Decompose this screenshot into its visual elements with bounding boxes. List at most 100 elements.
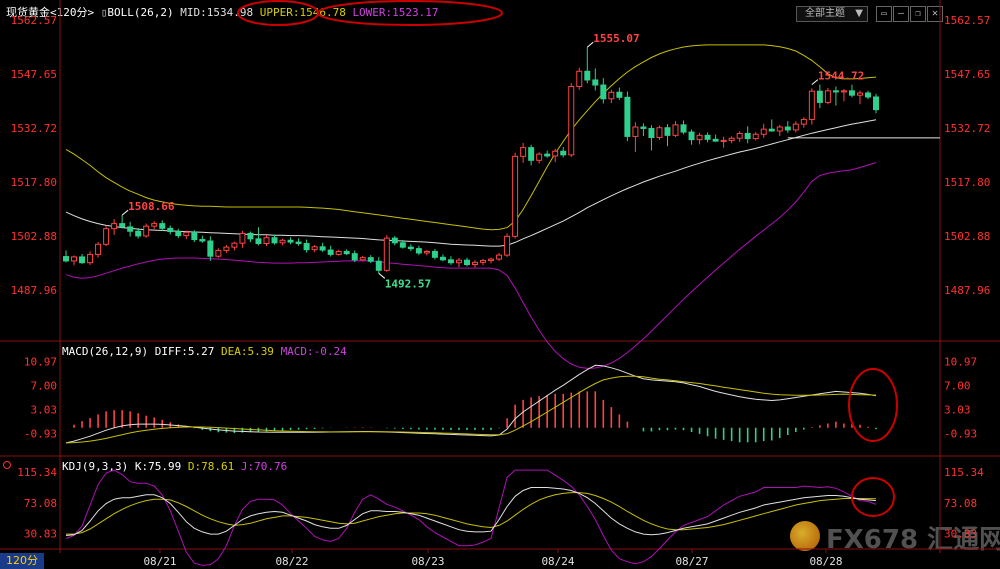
candle-body	[520, 147, 527, 157]
candle-body	[63, 256, 69, 262]
macd-panel: 10.97 10.97 7.00 7.00 3.03 3.03 -0.93 -0.93	[24, 355, 977, 444]
candle-body	[327, 249, 334, 255]
candle-body	[191, 231, 198, 241]
chart-canvas: 1562.57 1562.571547.65 1547.651532.72 1532.…	[0, 0, 1000, 568]
candle-body	[864, 92, 871, 98]
macd-tick-right: 10.97	[944, 355, 977, 368]
candle-body	[832, 90, 839, 93]
price-tick-left: 1532.72	[11, 122, 57, 135]
bollinger-lower: LOWER:1523.17	[352, 6, 439, 19]
restore-icon[interactable]: ❐	[910, 6, 926, 22]
candle-body	[696, 134, 703, 141]
candle-body	[135, 230, 142, 237]
candle-body	[447, 259, 454, 264]
candle-body	[223, 246, 230, 251]
candle-body	[159, 223, 166, 229]
candle-body	[199, 239, 206, 242]
mid-band-line	[65, 119, 877, 247]
candle-body	[752, 133, 759, 140]
theme-selector[interactable]: 全部主题 ▼	[796, 6, 868, 22]
macd-diff-line	[65, 364, 877, 444]
macd-tick-left: 7.00	[31, 379, 58, 392]
candle-body	[391, 237, 398, 244]
price-tick-left: 1487.96	[11, 284, 57, 297]
date-label: 08/22	[275, 555, 308, 568]
date-label: 08/23	[411, 555, 444, 568]
candle-body	[824, 90, 831, 103]
candle-body	[616, 91, 623, 98]
date-label: 08/24	[541, 555, 574, 568]
candle-body	[255, 238, 262, 245]
candle-body	[271, 237, 278, 244]
candle-body	[728, 137, 735, 141]
candle-body	[808, 90, 815, 120]
candle-body	[784, 126, 791, 131]
candle-body	[664, 127, 671, 136]
candle-body	[544, 153, 551, 157]
bollinger-name: BOLL(26,2)	[107, 6, 174, 19]
candle-body	[335, 250, 342, 255]
candle-body	[776, 126, 783, 132]
candle-body	[399, 242, 406, 248]
candle-body	[183, 231, 190, 237]
candle-body	[439, 256, 446, 261]
kdj-k: K:75.99	[134, 460, 182, 473]
macd-name: MACD(26,12,9)	[62, 345, 149, 358]
price-tick-right: 1532.72	[944, 122, 990, 135]
candle-body	[568, 85, 575, 156]
candle-body	[239, 232, 246, 244]
kdj-tick-right: 73.08	[944, 497, 977, 510]
candle-body	[680, 124, 687, 133]
candle-body	[488, 258, 495, 262]
candle-body	[207, 240, 214, 257]
candle-body	[792, 123, 799, 131]
candle-body	[608, 91, 615, 100]
theme-selector-label: 全部主题	[805, 8, 845, 19]
candle-body	[367, 257, 374, 262]
watermark-logo: FX678 汇通网	[790, 517, 1000, 555]
candle-body	[343, 250, 350, 255]
candle-body	[287, 239, 294, 243]
candle-body	[407, 246, 414, 250]
kdj-tick-left: 30.83	[24, 527, 57, 540]
candle-body	[311, 246, 318, 251]
candle-body	[688, 131, 695, 141]
candle-body	[624, 96, 631, 137]
candle-body	[263, 237, 270, 245]
kdj-tick-left: 73.08	[24, 497, 57, 510]
chevron-down-icon: ▼	[855, 8, 863, 19]
candle-body	[656, 127, 663, 139]
minus-icon[interactable]: –	[893, 6, 909, 22]
candle-body	[351, 253, 358, 261]
candle-body	[528, 147, 535, 161]
candle-body	[840, 90, 847, 93]
date-label: 08/27	[675, 555, 708, 568]
price-annotation: 1492.57	[385, 277, 431, 290]
kdj-d-line	[66, 492, 877, 535]
period-tab[interactable]: 120分	[0, 553, 44, 569]
candle-body	[103, 228, 110, 245]
lower-band-line	[65, 162, 877, 369]
candle-body	[536, 153, 543, 161]
highlight-circle-kdj	[851, 477, 895, 517]
date-label: 08/21	[143, 555, 176, 568]
instrument-name: 现货黄金	[6, 6, 50, 19]
candle-body	[600, 84, 607, 100]
candle-body	[744, 133, 751, 140]
candle-body	[704, 134, 711, 140]
scale-icon[interactable]: ▭	[876, 6, 892, 22]
price-tick-right: 1502.88	[944, 230, 990, 243]
price-tick-left: 1547.65	[11, 68, 57, 81]
candle-body	[736, 133, 743, 139]
annotation-leader	[811, 79, 819, 85]
bollinger-upper: UPPER:1546.78	[259, 6, 346, 19]
candle-body	[119, 223, 126, 228]
candle-body	[768, 128, 775, 132]
macd-tick-left: 3.03	[31, 403, 58, 416]
close-icon[interactable]: ✕	[927, 6, 943, 22]
candle-body	[816, 90, 823, 103]
price-tick-right: 1487.96	[944, 284, 990, 297]
kdj-name: KDJ(9,3,3)	[62, 460, 129, 473]
candle-body	[79, 256, 86, 264]
bollinger-mid: MID:1534.98	[180, 6, 254, 19]
